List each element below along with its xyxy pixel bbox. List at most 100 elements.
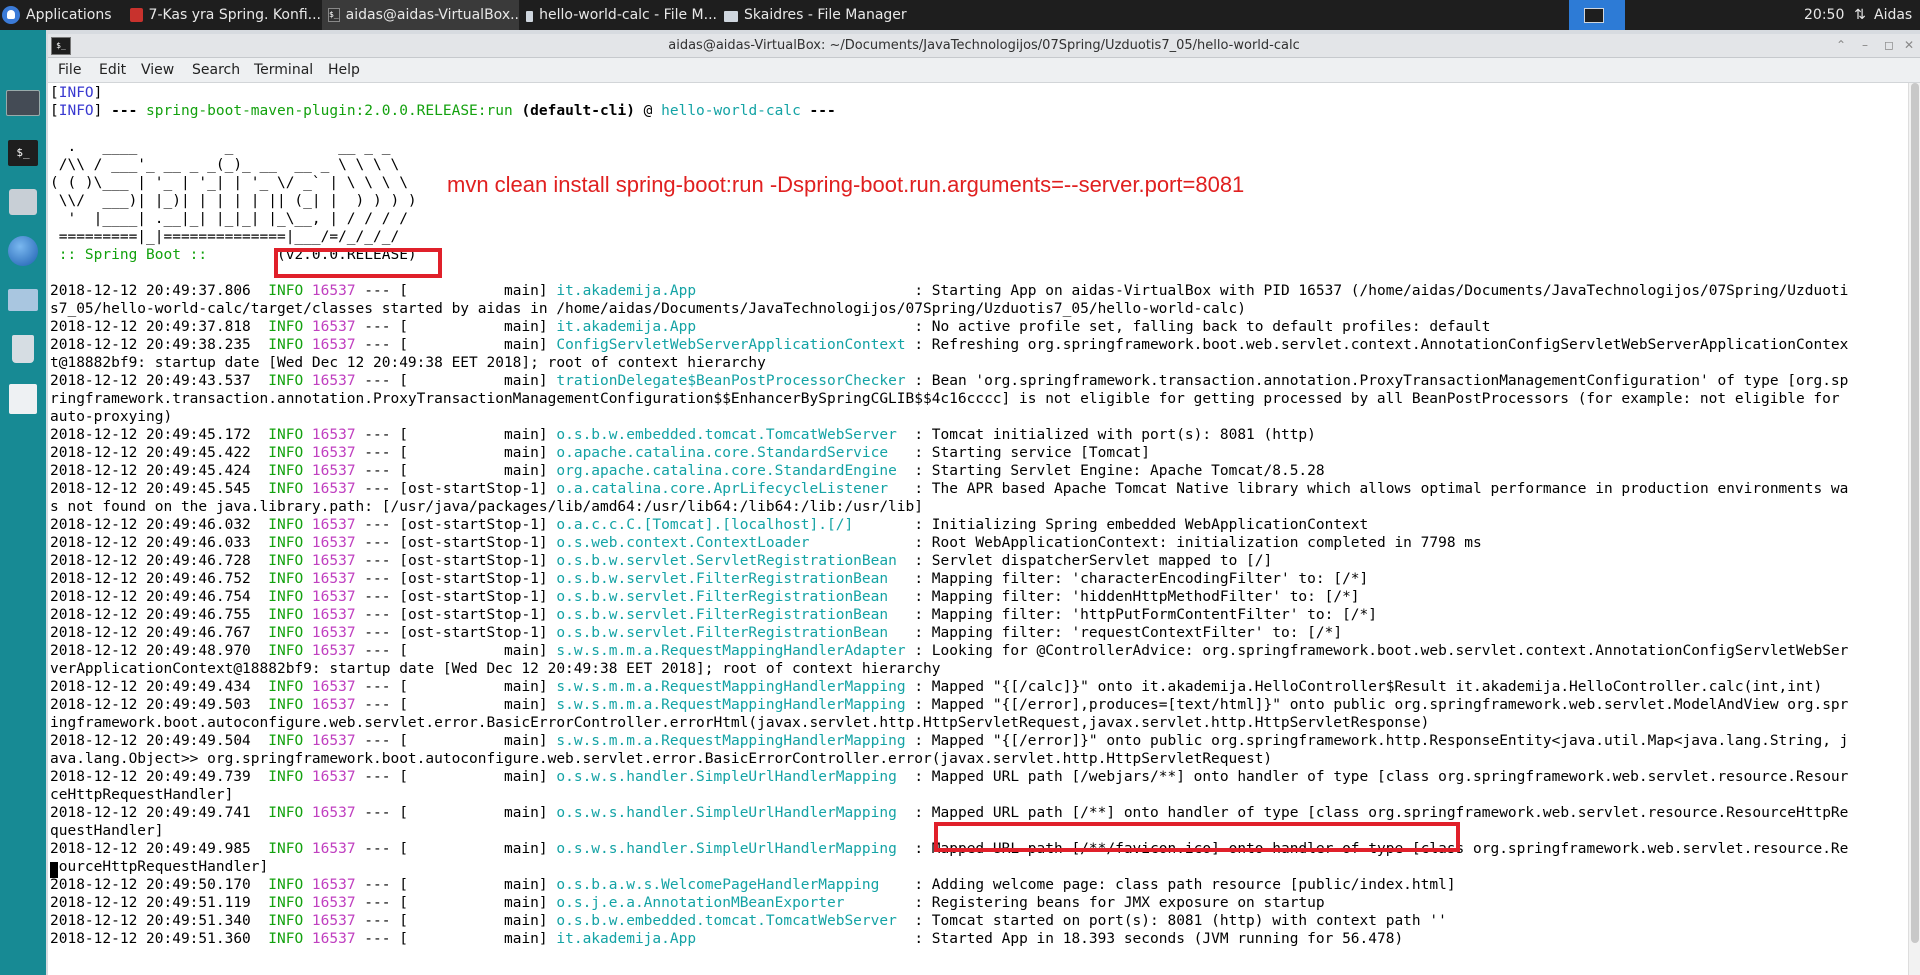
dock-item-trash[interactable]	[6, 332, 40, 366]
folder-icon	[724, 10, 738, 22]
log-line: 2018-12-12 20:49:45.422 INFO 16537 --- […	[50, 445, 1151, 461]
log-segment: 2018-12-12 20:49:49.985	[50, 841, 251, 857]
log-segment: [ main]	[399, 913, 548, 929]
log-segment: o.s.b.w.embedded.tomcat.TomcatWebServer	[556, 913, 906, 929]
terminal-icon: $_	[328, 8, 340, 22]
user-menu[interactable]: Aidas	[1874, 0, 1920, 30]
menu-terminal[interactable]: Terminal	[254, 58, 313, 82]
terminal-icon[interactable]: $_	[51, 37, 71, 55]
home-folder-icon	[9, 189, 37, 215]
dock-item-home[interactable]	[6, 185, 40, 219]
menu-edit[interactable]: Edit	[99, 58, 126, 82]
screen-icon	[6, 90, 40, 116]
log-segment: ( ( )\___ | '_ | '_| | '_ \/ _` | \ \ \ …	[50, 175, 408, 191]
log-segment: : Initializing Spring embedded WebApplic…	[914, 517, 1369, 533]
menu-help[interactable]: Help	[328, 58, 360, 82]
log-segment: 2018-12-12 20:49:37.806	[50, 283, 251, 299]
log-segment: 2018-12-12 20:49:46.032	[50, 517, 251, 533]
log-segment: spring-boot-maven-plugin:2.0.0.RELEASE:r…	[146, 103, 513, 119]
log-segment: ---	[800, 103, 836, 119]
log-segment: ConfigServletWebServerApplicationContext	[556, 337, 906, 353]
log-segment: questHandler]	[50, 823, 164, 839]
log-segment: o.s.w.s.handler.SimpleUrlHandlerMapping	[556, 769, 906, 785]
log-segment: : No active profile set, falling back to…	[914, 319, 1491, 335]
log-segment: o.s.w.s.handler.SimpleUrlHandlerMapping	[556, 841, 906, 857]
log-segment: 16537	[311, 481, 356, 497]
log-segment: [ main]	[399, 841, 548, 857]
log-segment: : Refreshing org.springframework.boot.we…	[914, 337, 1849, 353]
taskbar-item-file-manager-calc[interactable]: hello-world-calc - File M...	[520, 0, 717, 30]
log-segment: 16537	[311, 319, 356, 335]
log-segment: 16537	[311, 589, 356, 605]
browser-icon	[130, 8, 143, 22]
highlight-box-started	[934, 822, 1460, 852]
log-level: INFO	[268, 283, 304, 299]
window-shade-button[interactable]: ⌃	[1832, 37, 1850, 53]
log-segment: : Bean 'org.springframework.transaction.…	[914, 373, 1849, 389]
log-level: INFO	[268, 571, 304, 587]
taskbar-item-browser[interactable]: 7-Kas yra Spring. Konfi...	[124, 0, 321, 30]
scrollbar-thumb[interactable]	[1911, 83, 1919, 943]
close-button[interactable]: ✕	[1900, 37, 1918, 53]
terminal-line: /\\ / ___'_ __ _ _(_)_ __ __ _ \ \ \ \	[50, 156, 399, 174]
log-segment: 16537	[311, 697, 356, 713]
menu-search[interactable]: Search	[192, 58, 240, 82]
taskbar-item-label: 7-Kas yra Spring. Konfi...	[148, 7, 321, 23]
applications-menu-button[interactable]: Applications	[2, 0, 120, 30]
dock-item-desktop[interactable]	[6, 86, 40, 120]
log-level: INFO	[268, 517, 304, 533]
log-segment: sourceHttpRequestHandler]	[50, 859, 269, 875]
taskbar-item-file-manager-skaidres[interactable]: Skaidres - File Manager	[718, 0, 915, 30]
log-segment: : Starting Servlet Engine: Apache Tomcat…	[914, 463, 1325, 479]
log-segment: \\/ ___)| |_)| | | | | || (_| | ) ) ) )	[50, 193, 417, 209]
minimize-button[interactable]: –	[1856, 37, 1874, 53]
clock[interactable]: 20:50	[1804, 0, 1844, 30]
terminal-output[interactable]: [INFO] [INFO] --- spring-boot-maven-plugi…	[48, 83, 1908, 975]
terminal-icon	[1584, 7, 1604, 23]
log-line: 2018-12-12 20:49:46.032 INFO 16537 --- […	[50, 517, 1369, 533]
log-segment: [ main]	[399, 931, 548, 947]
application-icon	[9, 384, 37, 414]
network-icon[interactable]: ⇅	[1852, 0, 1868, 30]
log-segment: 16537	[311, 913, 356, 929]
log-segment: 16537	[311, 463, 356, 479]
dock-item-browser[interactable]	[6, 234, 40, 268]
log-level: INFO	[268, 463, 304, 479]
terminal-icon: $_	[8, 140, 38, 166]
log-level: INFO	[268, 337, 304, 353]
log-level: INFO	[268, 373, 304, 389]
log-segment: : Registering beans for JMX exposure on …	[914, 895, 1325, 911]
applications-icon	[2, 6, 20, 24]
terminal-line: \\/ ___)| |_)| | | | | || (_| | ) ) ) )	[50, 192, 417, 210]
log-line: 2018-12-12 20:49:46.033 INFO 16537 --- […	[50, 535, 1482, 551]
log-segment: : Tomcat initialized with port(s): 8081 …	[914, 427, 1316, 443]
log-line: 2018-12-12 20:49:45.424 INFO 16537 --- […	[50, 463, 1325, 479]
log-level: INFO	[268, 769, 304, 785]
log-line: 2018-12-12 20:49:37.806 INFO 16537 --- […	[50, 283, 1849, 299]
window-titlebar[interactable]: aidas@aidas-VirtualBox: ~/Documents/Java…	[48, 34, 1920, 58]
log-line-continuation: verApplicationContext@18882bf9: startup …	[50, 660, 940, 678]
scrollbar[interactable]	[1908, 83, 1920, 975]
taskbar-item-terminal[interactable]: $_ aidas@aidas-VirtualBox...	[322, 0, 519, 30]
dock: $_	[0, 30, 46, 975]
log-level: INFO	[268, 913, 304, 929]
workspace-switcher[interactable]	[1569, 0, 1625, 30]
folder-icon	[8, 289, 38, 311]
dock-item-app[interactable]	[6, 382, 40, 416]
menu-view[interactable]: View	[141, 58, 174, 82]
log-segment: 2018-12-12 20:49:46.752	[50, 571, 251, 587]
log-segment: : Mapping filter: 'requestContextFilter'…	[914, 625, 1343, 641]
dock-item-terminal[interactable]: $_	[6, 136, 40, 170]
log-level: INFO	[268, 877, 304, 893]
log-line: 2018-12-12 20:49:46.728 INFO 16537 --- […	[50, 553, 1273, 569]
menu-file[interactable]: File	[58, 58, 81, 82]
dock-item-files[interactable]	[6, 283, 40, 317]
log-segment: [ost-startStop-1]	[399, 571, 548, 587]
log-segment: 2018-12-12 20:49:50.170	[50, 877, 251, 893]
log-segment: [ost-startStop-1]	[399, 625, 548, 641]
log-segment: : Looking for @ControllerAdvice: org.spr…	[914, 643, 1849, 659]
maximize-button[interactable]: ◻	[1880, 37, 1898, 53]
log-segment: INFO	[58, 85, 94, 101]
log-line: 2018-12-12 20:49:45.172 INFO 16537 --- […	[50, 427, 1316, 443]
log-line: 2018-12-12 20:49:37.818 INFO 16537 --- […	[50, 319, 1491, 335]
